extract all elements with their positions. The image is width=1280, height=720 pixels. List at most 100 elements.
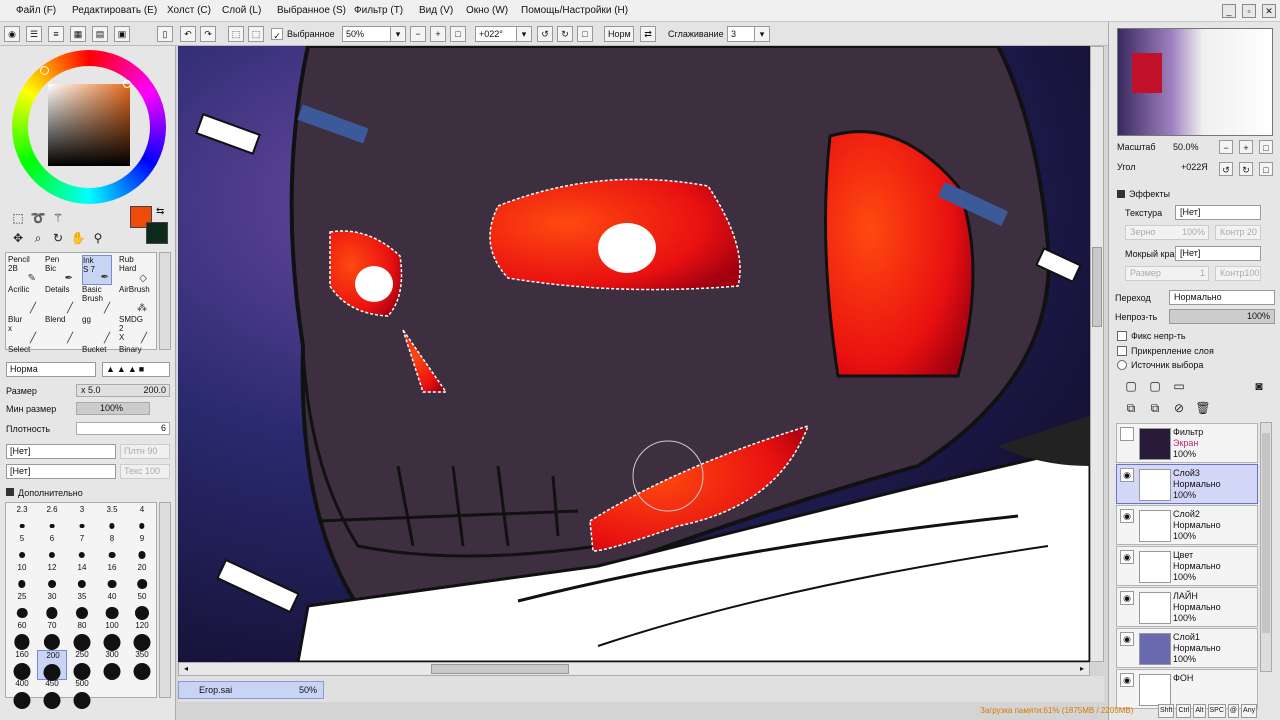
brush-3[interactable]: Ink S 7 ✒ xyxy=(82,255,112,285)
rotate-right-icon[interactable]: ↻ xyxy=(557,26,573,42)
brush-2[interactable]: Pen Bic ✒ xyxy=(45,255,75,285)
layer-visibility-icon[interactable]: ◉ xyxy=(1120,550,1134,564)
new-layer-icon[interactable]: ▢ xyxy=(1123,378,1139,394)
menu-layer[interactable]: Слой (L) xyxy=(222,5,261,16)
brush-size-2.6[interactable]: 2.6 xyxy=(37,505,67,535)
canvas-vertical-scrollbar[interactable] xyxy=(1090,46,1104,662)
rect-select-icon[interactable]: ⬚ xyxy=(10,210,26,226)
navigator-preview[interactable] xyxy=(1117,28,1273,136)
vscroll-thumb[interactable] xyxy=(1092,247,1102,327)
brush-size-4[interactable]: 4 xyxy=(127,505,157,535)
brush-11[interactable]: gg ╱ xyxy=(82,315,112,345)
secondary-color-swatch[interactable] xyxy=(146,222,168,244)
brush-shape-selector[interactable]: ▲▲▲■ xyxy=(102,362,170,377)
blend-mode-select[interactable]: Норма xyxy=(6,362,96,377)
nav-zoom-out-icon[interactable]: − xyxy=(1219,140,1233,154)
menu-edit[interactable]: Редактировать (E) xyxy=(72,5,157,16)
brush-size-400[interactable]: 400 xyxy=(7,679,37,709)
effects-title[interactable]: Эффекты xyxy=(1129,189,1170,199)
brush-size-50[interactable]: 50 xyxy=(127,592,157,622)
angle-field[interactable]: +022° xyxy=(475,26,517,42)
brush-size-2.3[interactable]: 2.3 xyxy=(7,505,37,535)
copy-layer-icon[interactable]: ⧉ xyxy=(1123,400,1139,416)
advanced-toggle-icon[interactable] xyxy=(6,488,14,496)
eyedropper-icon[interactable]: ⚲ xyxy=(90,230,106,246)
brush-size-3.5[interactable]: 3.5 xyxy=(97,505,127,535)
brush-size-8[interactable]: 8 xyxy=(97,534,127,564)
layer-visibility-icon[interactable]: ◉ xyxy=(1120,632,1134,646)
fix-opacity-checkbox[interactable] xyxy=(1117,331,1127,341)
layer-row[interactable]: ◉ Слой1 Нормально 100% xyxy=(1116,628,1258,668)
new-folder-icon[interactable]: ▭ xyxy=(1171,378,1187,394)
color-rgb-tab-icon[interactable]: ≡ xyxy=(48,26,64,42)
layer-row[interactable]: ◉ ФОН xyxy=(1116,669,1258,709)
close-button[interactable]: ✕ xyxy=(1262,4,1276,18)
brush-size-35[interactable]: 35 xyxy=(67,592,97,622)
drawing-canvas[interactable] xyxy=(178,46,1090,662)
color-wheel-tab-icon[interactable]: ◉ xyxy=(4,26,20,42)
brush-4[interactable]: Rub Hard ◇ xyxy=(119,255,149,285)
delete-layer-icon[interactable]: 🗑 xyxy=(1195,400,1211,416)
restore-button[interactable]: ▫ xyxy=(1242,4,1256,18)
swatches-tab-icon[interactable]: ▦ xyxy=(70,26,86,42)
advanced-label[interactable]: Дополнительно xyxy=(18,488,83,498)
layer-blend-select[interactable]: Нормально xyxy=(1169,290,1275,305)
color-history-tab-icon[interactable]: ▣ xyxy=(114,26,130,42)
brush-size-25[interactable]: 25 xyxy=(7,592,37,622)
layer-row[interactable]: ◉ ЛАЙН Нормально 100% xyxy=(1116,587,1258,627)
rotate-left-icon[interactable]: ↺ xyxy=(537,26,553,42)
color-sliders-tab-icon[interactable]: ☰ xyxy=(26,26,42,42)
layer-visibility-icon[interactable]: ◉ xyxy=(1120,468,1134,482)
magic-wand-icon[interactable]: ⚚ xyxy=(50,210,66,226)
lasso-icon[interactable]: ➰ xyxy=(30,210,46,226)
brush-size-12[interactable]: 12 xyxy=(37,563,67,593)
brush-size-16[interactable]: 16 xyxy=(97,563,127,593)
brush-size-7[interactable]: 7 xyxy=(67,534,97,564)
texture-b-select[interactable]: [Нет] xyxy=(6,464,116,479)
layers-scroll-thumb[interactable] xyxy=(1262,433,1270,633)
brush-size-500[interactable]: 500 xyxy=(67,679,97,709)
menu-filter[interactable]: Фильтр (T) xyxy=(354,5,403,16)
flip-icon[interactable]: ⇄ xyxy=(640,26,656,42)
undo-icon[interactable]: ↶ xyxy=(180,26,196,42)
brush-size-100[interactable]: 100 xyxy=(97,621,127,651)
selection-source-radio[interactable] xyxy=(1117,360,1127,370)
swap-colors-icon[interactable]: ⇆ xyxy=(156,206,164,217)
layer-row[interactable]: Фильтр Экран 100% xyxy=(1116,423,1258,463)
brush-size-scrollbar[interactable] xyxy=(159,502,171,698)
brush-size-300[interactable]: 300 xyxy=(97,650,127,680)
brush-12[interactable]: SMDG 2 X ╱ xyxy=(119,315,149,345)
canvas-horizontal-scrollbar[interactable]: ◂ ▸ xyxy=(178,662,1090,676)
menu-file[interactable]: Файл (F) xyxy=(16,5,56,16)
scratchpad-tab-icon[interactable]: ▤ xyxy=(92,26,108,42)
show-selection-checkbox[interactable]: ✓ xyxy=(271,28,283,41)
brush-size-120[interactable]: 120 xyxy=(127,621,157,651)
brush-size-60[interactable]: 60 xyxy=(7,621,37,651)
angle-dropdown-icon[interactable]: ▾ xyxy=(516,26,532,42)
brush-size-6[interactable]: 6 xyxy=(37,534,67,564)
clip-layer-checkbox[interactable] xyxy=(1117,346,1127,356)
effects-toggle-icon[interactable] xyxy=(1117,190,1125,198)
brush-size-200[interactable]: 200 xyxy=(37,650,67,681)
brush-size-5[interactable]: 5 xyxy=(7,534,37,564)
nav-zoom-in-icon[interactable]: + xyxy=(1239,140,1253,154)
brush-size-350[interactable]: 350 xyxy=(127,650,157,680)
texture-a-select[interactable]: [Нет] xyxy=(6,444,116,459)
smoothing-field[interactable]: 3 xyxy=(727,26,757,42)
layers-scrollbar[interactable] xyxy=(1260,422,1272,672)
brush-5[interactable]: Acrilic ╱ xyxy=(8,285,38,315)
new-linework-layer-icon[interactable]: ▢ xyxy=(1147,378,1163,394)
saturation-value-square[interactable] xyxy=(48,84,130,166)
layer-row[interactable]: ◉ Слой2 Нормально 100% xyxy=(1116,505,1258,545)
brush-size-80[interactable]: 80 xyxy=(67,621,97,651)
zoom-dropdown-icon[interactable]: ▾ xyxy=(390,26,406,42)
density-slider[interactable]: 6 xyxy=(76,422,170,435)
brush-size-10[interactable]: 10 xyxy=(7,563,37,593)
brush-9[interactable]: Blur x ╱ xyxy=(8,315,38,345)
brush-size-250[interactable]: 250 xyxy=(67,650,97,680)
brush-size-30[interactable]: 30 xyxy=(37,592,67,622)
layer-row[interactable]: ◉ Слой3 Нормально 100% xyxy=(1116,464,1258,504)
menu-view[interactable]: Вид (V) xyxy=(419,5,453,16)
minimize-button[interactable]: _ xyxy=(1222,4,1236,18)
hue-marker[interactable] xyxy=(40,66,49,75)
